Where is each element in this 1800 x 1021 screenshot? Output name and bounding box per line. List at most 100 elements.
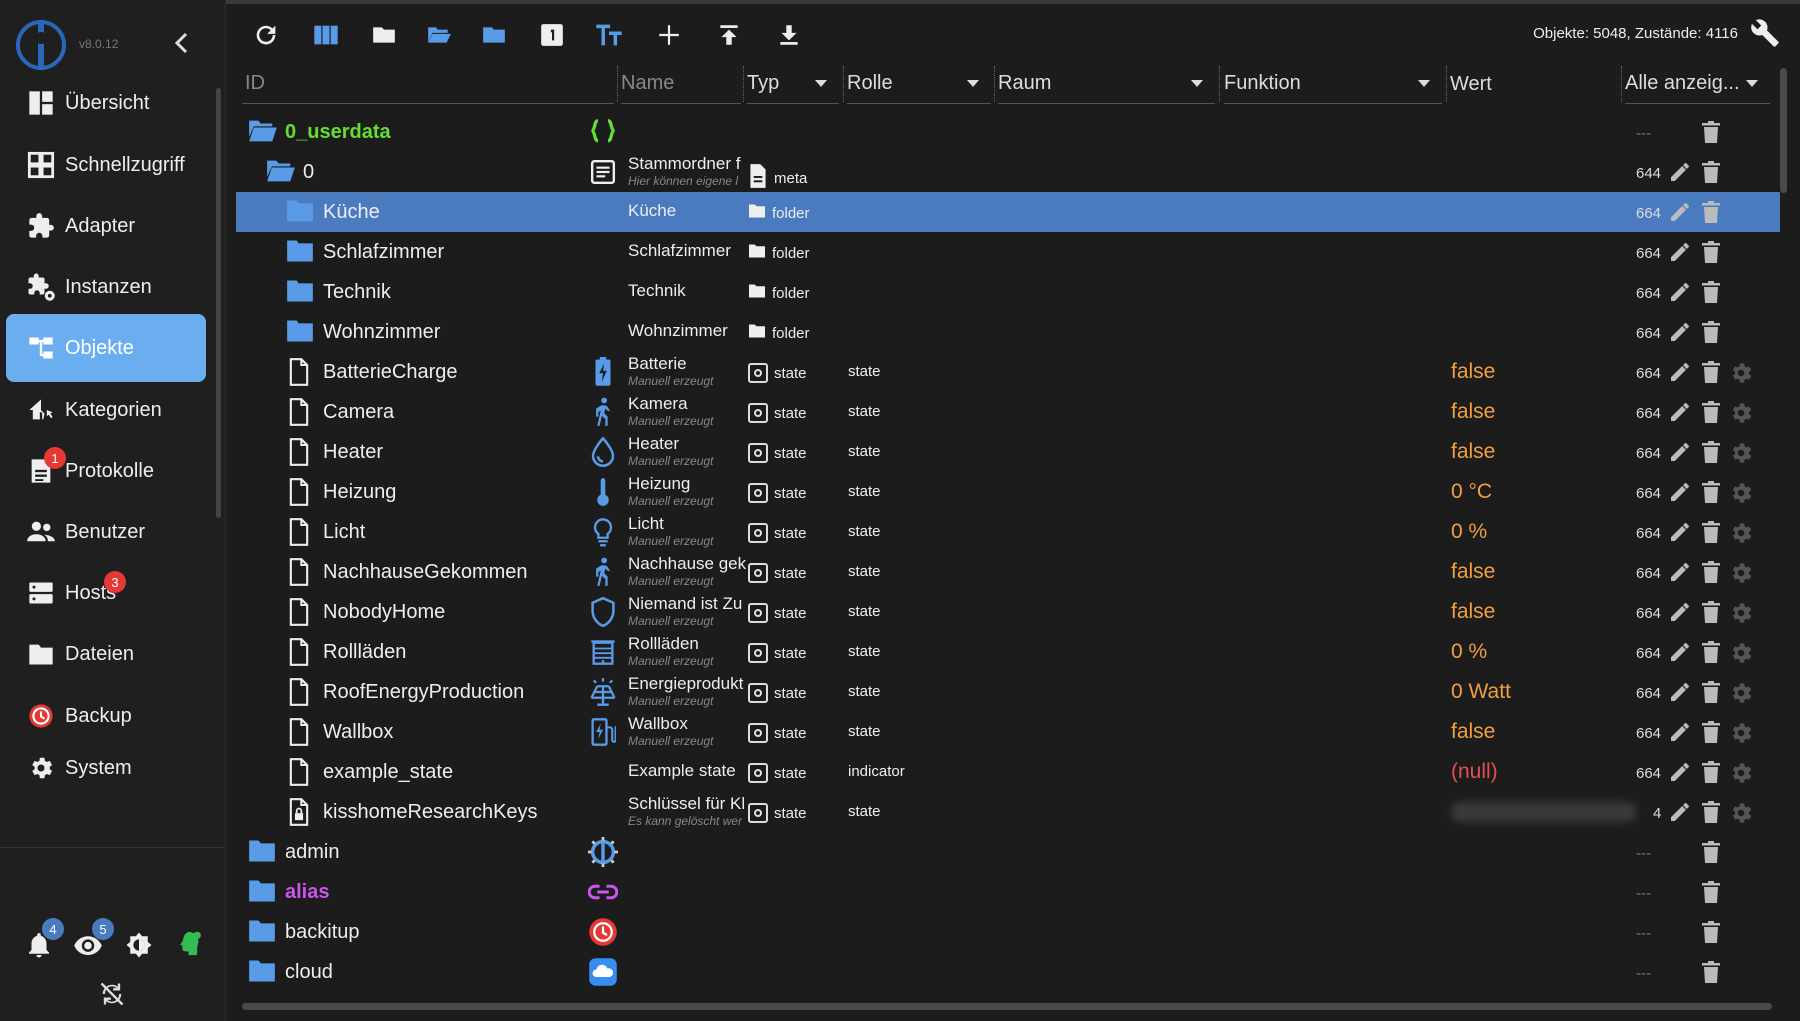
name-filter-input[interactable]: Name <box>621 64 741 104</box>
table-row[interactable]: cloud --- <box>236 952 1780 992</box>
expand-one-level-button[interactable] <box>477 18 511 52</box>
show-all-select[interactable]: Alle anzeig... <box>1625 64 1770 104</box>
expand-all-button[interactable] <box>422 18 456 52</box>
object-value[interactable]: 0 % <box>1451 640 1487 664</box>
folder-open-icon[interactable] <box>266 158 296 189</box>
table-row[interactable]: alias --- <box>236 872 1780 912</box>
folder-icon[interactable] <box>248 878 276 909</box>
table-row[interactable]: kisshomeResearchKeys Schlüssel für Kl Es k… <box>236 792 1780 832</box>
folder-icon[interactable] <box>286 238 314 269</box>
edit-pencil-icon[interactable] <box>1668 280 1692 304</box>
custom-settings-gear-icon[interactable] <box>1728 760 1752 784</box>
file-icon[interactable] <box>288 478 310 511</box>
edit-pencil-icon[interactable] <box>1668 760 1692 784</box>
table-row[interactable]: example_state Example state state indicator… <box>236 752 1780 792</box>
notifications-button[interactable]: 4 <box>24 918 64 960</box>
column-separator[interactable] <box>1621 66 1622 102</box>
column-separator[interactable] <box>1446 66 1447 102</box>
table-row[interactable]: Heizung Heizung Manuell erzeugt state state 0… <box>236 472 1780 512</box>
download-button[interactable] <box>772 18 806 52</box>
edit-pencil-icon[interactable] <box>1668 480 1692 504</box>
column-separator[interactable] <box>617 66 618 102</box>
sync-off-button[interactable] <box>98 980 126 1008</box>
delete-trash-icon[interactable] <box>1700 400 1724 424</box>
custom-settings-gear-icon[interactable] <box>1728 560 1752 584</box>
sidebar-item-instanzen[interactable]: Instanzen <box>6 253 206 321</box>
custom-settings-gear-icon[interactable] <box>1728 480 1752 504</box>
theme-toggle-button[interactable] <box>124 930 154 960</box>
column-separator[interactable] <box>843 66 844 102</box>
delete-trash-icon[interactable] <box>1700 200 1724 224</box>
file-icon[interactable] <box>288 718 310 751</box>
edit-pencil-icon[interactable] <box>1668 640 1692 664</box>
object-value[interactable]: false <box>1451 560 1495 584</box>
delete-trash-icon[interactable] <box>1700 320 1724 344</box>
edit-pencil-icon[interactable] <box>1668 680 1692 704</box>
delete-trash-icon[interactable] <box>1700 720 1724 744</box>
refresh-button[interactable] <box>249 18 283 52</box>
file-icon[interactable] <box>288 678 310 711</box>
delete-trash-icon[interactable] <box>1700 880 1724 904</box>
edit-pencil-icon[interactable] <box>1668 800 1692 824</box>
sidebar-item-benutzer[interactable]: Benutzer <box>6 498 206 566</box>
table-row[interactable]: Wohnzimmer Wohnzimmer folder 664 <box>236 312 1780 352</box>
delete-trash-icon[interactable] <box>1700 760 1724 784</box>
folder-icon[interactable] <box>248 918 276 949</box>
file-icon[interactable] <box>288 758 310 791</box>
expert-mode-button[interactable] <box>176 928 206 960</box>
table-row[interactable]: BatterieCharge Batterie Manuell erzeugt sta… <box>236 352 1780 392</box>
object-value[interactable]: 0 % <box>1451 520 1487 544</box>
vertical-scrollbar[interactable] <box>1780 68 1787 193</box>
table-row[interactable]: Heater Heater Manuell erzeugt state state fal… <box>236 432 1780 472</box>
text-format-button[interactable] <box>592 18 626 52</box>
file-lock-icon[interactable] <box>288 798 310 831</box>
folder-icon[interactable] <box>248 958 276 989</box>
edit-pencil-icon[interactable] <box>1668 520 1692 544</box>
delete-trash-icon[interactable] <box>1700 680 1724 704</box>
folder-icon[interactable] <box>286 198 314 229</box>
sidebar-item-adapter[interactable]: Adapter <box>6 192 206 260</box>
delete-trash-icon[interactable] <box>1700 360 1724 384</box>
delete-trash-icon[interactable] <box>1700 480 1724 504</box>
delete-trash-icon[interactable] <box>1700 840 1724 864</box>
object-value[interactable]: false <box>1451 600 1495 624</box>
iobroker-logo-icon[interactable] <box>16 20 66 70</box>
sidebar-item-objekte[interactable]: Objekte <box>6 314 206 382</box>
folder-icon[interactable] <box>286 278 314 309</box>
file-icon[interactable] <box>288 398 310 431</box>
sidebar-item-kategorien[interactable]: Kategorien <box>6 376 206 444</box>
edit-pencil-icon[interactable] <box>1668 320 1692 344</box>
edit-pencil-icon[interactable] <box>1668 720 1692 744</box>
edit-pencil-icon[interactable] <box>1668 400 1692 424</box>
role-filter-select[interactable]: Rolle <box>847 64 991 104</box>
collapse-all-button[interactable] <box>367 18 401 52</box>
sidebar-item-protokolle[interactable]: Protokolle 1 <box>6 437 206 505</box>
object-value[interactable]: false <box>1451 360 1495 384</box>
object-value[interactable]: false <box>1451 400 1495 424</box>
edit-pencil-icon[interactable] <box>1668 240 1692 264</box>
table-row[interactable]: Wallbox Wallbox Manuell erzeugt state state f… <box>236 712 1780 752</box>
sidebar-scrollbar[interactable] <box>216 88 221 518</box>
delete-trash-icon[interactable] <box>1700 240 1724 264</box>
delete-trash-icon[interactable] <box>1700 960 1724 984</box>
add-object-button[interactable] <box>652 18 686 52</box>
table-row[interactable]: Licht Licht Manuell erzeugt state state 0 % 66… <box>236 512 1780 552</box>
room-filter-select[interactable]: Raum <box>998 64 1215 104</box>
function-filter-select[interactable]: Funktion <box>1224 64 1442 104</box>
delete-trash-icon[interactable] <box>1700 640 1724 664</box>
table-row[interactable]: Camera Kamera Manuell erzeugt state state fal… <box>236 392 1780 432</box>
id-filter-input[interactable]: ID <box>242 64 614 104</box>
file-icon[interactable] <box>288 638 310 671</box>
object-value[interactable]: false <box>1451 720 1495 744</box>
edit-pencil-icon[interactable] <box>1668 360 1692 384</box>
delete-trash-icon[interactable] <box>1700 920 1724 944</box>
edit-pencil-icon[interactable] <box>1668 440 1692 464</box>
custom-settings-gear-icon[interactable] <box>1728 440 1752 464</box>
sidebar-item-dateien[interactable]: Dateien <box>6 620 206 688</box>
edit-pencil-icon[interactable] <box>1668 600 1692 624</box>
edit-pencil-icon[interactable] <box>1668 200 1692 224</box>
visibility-button[interactable]: 5 <box>72 918 114 960</box>
column-separator[interactable] <box>994 66 995 102</box>
folder-open-icon[interactable] <box>248 118 278 149</box>
settings-button[interactable] <box>1750 18 1784 52</box>
